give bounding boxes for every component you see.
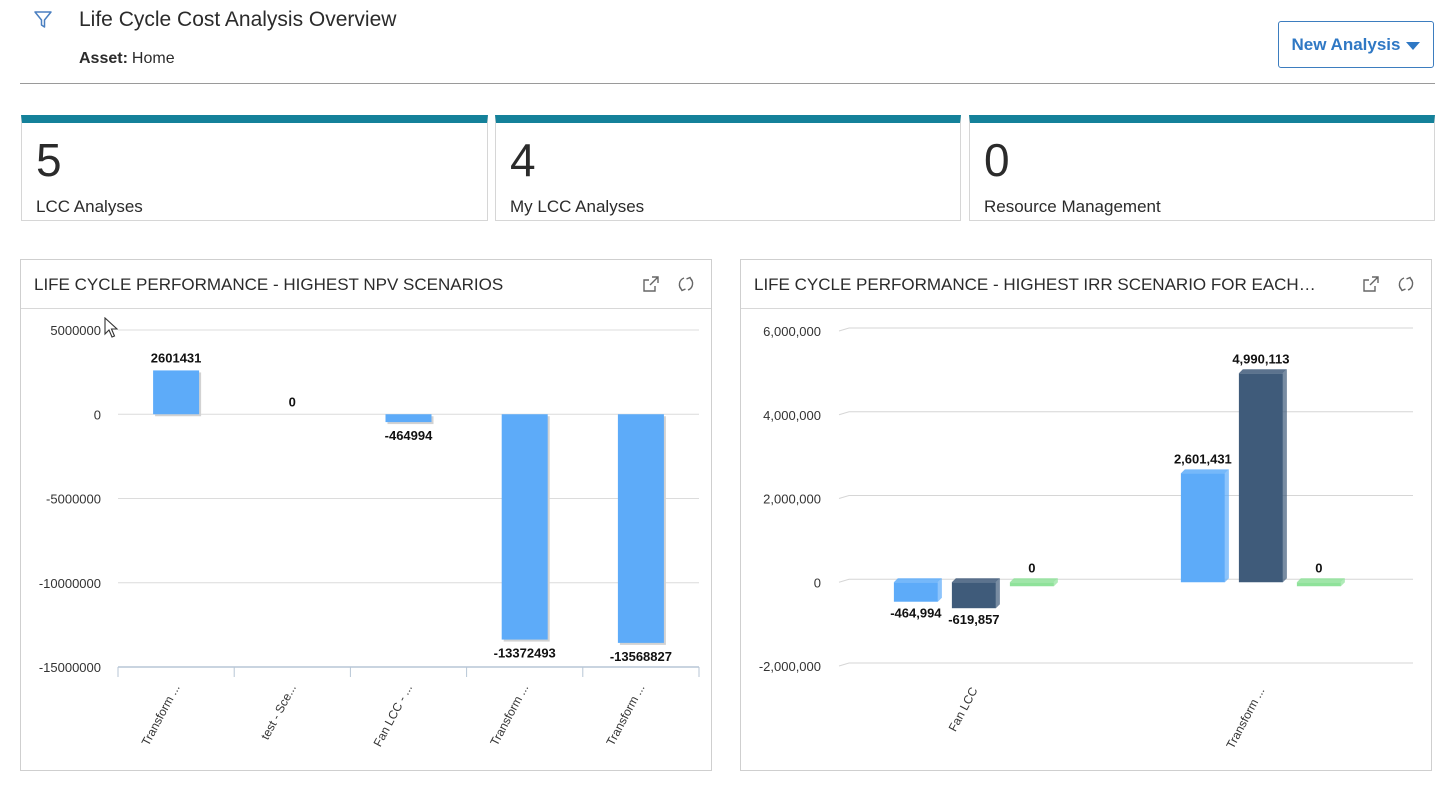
x-tick-label: Fan LCC - ... bbox=[371, 682, 416, 749]
bar bbox=[1296, 582, 1341, 587]
asset-value: Home bbox=[131, 50, 175, 67]
bar-side-face bbox=[1282, 369, 1287, 583]
x-tick-label: Transform ... bbox=[603, 682, 647, 748]
panel-highest-irr: LIFE CYCLE PERFORMANCE - HIGHEST IRR SCE… bbox=[740, 259, 1432, 771]
y-tick-label: -15000000 bbox=[39, 660, 101, 675]
data-label: 0 bbox=[1028, 560, 1035, 575]
y-tick-label: 0 bbox=[814, 575, 821, 590]
data-label: -13372493 bbox=[494, 646, 556, 661]
bar-side-face bbox=[995, 578, 1000, 609]
npv-bar-chart: 5000000 0 -5000000 -10000000 -15000000 260143… bbox=[39, 323, 700, 749]
refresh-icon[interactable] bbox=[676, 274, 696, 294]
caret-down-icon bbox=[1406, 42, 1421, 50]
bar bbox=[501, 414, 548, 640]
bar bbox=[617, 414, 664, 643]
bar bbox=[1238, 373, 1283, 583]
card-resource-management[interactable]: 0 Resource Management bbox=[969, 115, 1435, 221]
bar bbox=[893, 582, 938, 602]
data-label: -464,994 bbox=[890, 606, 942, 621]
card-my-lcc-analyses[interactable]: 4 My LCC Analyses bbox=[495, 115, 961, 221]
panel-title: LIFE CYCLE PERFORMANCE - HIGHEST NPV SCE… bbox=[34, 275, 504, 294]
data-label: 2,601,431 bbox=[1174, 451, 1232, 466]
new-analysis-label: New Analysis bbox=[1291, 34, 1401, 54]
x-tick-label: Transform ... bbox=[1223, 685, 1267, 751]
card-label: My LCC Analyses bbox=[510, 197, 645, 216]
y-tick-label: -5000000 bbox=[46, 492, 101, 507]
data-label: -13568827 bbox=[610, 649, 672, 664]
asset-line: Asset: Home bbox=[79, 50, 175, 68]
filter-icon[interactable] bbox=[33, 10, 53, 30]
data-label: 0 bbox=[289, 394, 296, 409]
bar bbox=[385, 414, 432, 423]
panel-highest-npv: LIFE CYCLE PERFORMANCE - HIGHEST NPV SCE… bbox=[20, 259, 712, 771]
asset-label: Asset: bbox=[79, 50, 128, 67]
gridline bbox=[838, 411, 1413, 416]
card-value: 0 bbox=[984, 134, 1010, 186]
open-external-icon[interactable] bbox=[641, 274, 661, 294]
y-tick-label: 2,000,000 bbox=[763, 492, 821, 507]
y-tick-label: -10000000 bbox=[39, 576, 101, 591]
mouse-cursor-icon bbox=[104, 317, 118, 338]
x-tick-label: Transform ... bbox=[487, 682, 531, 748]
data-label: 2601431 bbox=[151, 350, 202, 365]
gridline bbox=[838, 327, 1413, 332]
card-label: Resource Management bbox=[984, 197, 1161, 216]
x-tick-label: Transform ... bbox=[139, 682, 183, 748]
bar-top-face bbox=[1238, 369, 1287, 374]
bar-side-face bbox=[1224, 469, 1229, 583]
bar-top-face bbox=[893, 578, 942, 583]
gridline bbox=[838, 662, 1413, 667]
card-value: 4 bbox=[510, 134, 536, 186]
data-label: 0 bbox=[1315, 560, 1322, 575]
y-tick-label: 5000000 bbox=[50, 323, 101, 338]
card-label: LCC Analyses bbox=[36, 197, 143, 216]
page-title: Life Cycle Cost Analysis Overview bbox=[79, 8, 397, 31]
irr-bar-chart: 6,000,000 4,000,000 2,000,000 0 -2,000,000 -4… bbox=[759, 324, 1413, 751]
new-analysis-button[interactable]: New Analysis bbox=[1278, 21, 1434, 68]
data-label: 4,990,113 bbox=[1232, 351, 1289, 366]
panel-header: LIFE CYCLE PERFORMANCE - HIGHEST NPV SCE… bbox=[21, 260, 711, 309]
y-tick-label: 6,000,000 bbox=[763, 324, 821, 339]
x-tick-label: Fan LCC bbox=[946, 685, 981, 734]
gridline bbox=[838, 495, 1413, 499]
y-tick-label: 4,000,000 bbox=[763, 408, 821, 423]
y-tick-label: 0 bbox=[94, 407, 101, 422]
bar bbox=[153, 370, 200, 415]
bar bbox=[951, 582, 996, 609]
card-lcc-analyses[interactable]: 5 LCC Analyses bbox=[21, 115, 488, 221]
x-tick-label: test - Sce... bbox=[258, 682, 299, 742]
bar bbox=[1009, 582, 1054, 587]
data-label: -464994 bbox=[385, 428, 433, 443]
y-tick-label: -2,000,000 bbox=[759, 659, 821, 674]
bar-side-face bbox=[937, 578, 942, 602]
panel-header: LIFE CYCLE PERFORMANCE - HIGHEST IRR SCE… bbox=[741, 260, 1431, 309]
bar-top-face bbox=[951, 578, 1000, 583]
data-label: -619,857 bbox=[948, 612, 999, 627]
card-value: 5 bbox=[36, 134, 62, 186]
bar bbox=[1180, 473, 1225, 583]
open-external-icon[interactable] bbox=[1361, 274, 1381, 294]
page-header: Life Cycle Cost Analysis Overview Asset:… bbox=[20, 0, 1435, 84]
panel-title: LIFE CYCLE PERFORMANCE - HIGHEST IRR SCE… bbox=[754, 275, 1319, 294]
bar-top-face bbox=[1180, 469, 1229, 474]
bar-top-face bbox=[1296, 578, 1345, 583]
bar-top-face bbox=[1009, 578, 1058, 583]
refresh-icon[interactable] bbox=[1396, 274, 1416, 294]
